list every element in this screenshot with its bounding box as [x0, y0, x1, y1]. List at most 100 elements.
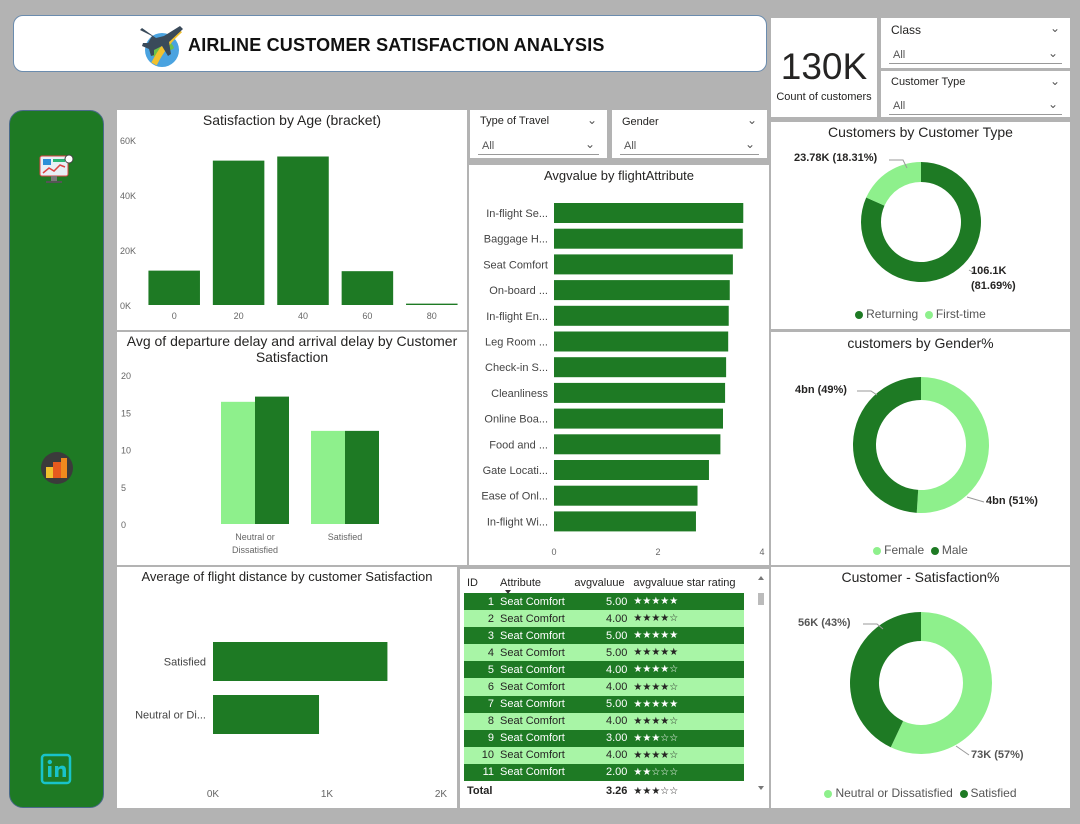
cell-id: 3: [464, 627, 498, 645]
cell-avgvalue: 5.00: [571, 644, 631, 662]
delay-bar-chart: 20 15 10 5 0 Neutral or Dissatisfied Satisfied: [121, 371, 379, 555]
legend-label: Satisfied: [970, 786, 1017, 800]
y-tick-label: 5: [121, 483, 126, 493]
cell-star-rating: ★★★★★: [630, 695, 744, 713]
bar: [554, 357, 727, 378]
y-tick-label: On-board ...: [489, 285, 548, 297]
report-header: AIRLINE CUSTOMER SATISFACTION ANALYSIS: [13, 15, 767, 72]
chevron-down-icon[interactable]: ⌄: [585, 137, 595, 151]
data-label: 23.78K (18.31%): [794, 152, 878, 164]
age-bar-chart: 60K 40K 20K 0K 0 20 40 60 80: [120, 136, 458, 321]
slicer-dropdown[interactable]: All ⌄: [620, 135, 759, 155]
bar: [554, 228, 743, 249]
cell-attribute: Seat Comfort: [497, 627, 572, 645]
table-row[interactable]: 10 Seat Comfort 4.00 ★★★★☆: [464, 746, 744, 764]
leader-line: [857, 390, 878, 396]
y-tick-label: Satisfied: [164, 657, 206, 669]
y-tick-label: Neutral or Di...: [135, 710, 206, 722]
type-of-travel-slicer[interactable]: Type of Travel ⌄ All ⌄: [470, 110, 607, 158]
bar: [554, 280, 730, 301]
table-row[interactable]: 2 Seat Comfort 4.00 ★★★★☆: [464, 610, 744, 628]
cell-id: 1: [464, 593, 498, 611]
legend-label: First-time: [935, 307, 986, 321]
table-row[interactable]: 11 Seat Comfort 2.00 ★★☆☆☆: [464, 763, 744, 782]
chevron-down-icon[interactable]: ⌄: [1050, 74, 1060, 88]
class-slicer[interactable]: Class ⌄ All ⌄: [881, 18, 1070, 68]
x-tick-label: 2: [655, 547, 660, 557]
y-tick-label: 10: [121, 446, 131, 456]
slicer-dropdown[interactable]: All ⌄: [889, 95, 1062, 115]
slicer-title: Gender: [622, 116, 659, 128]
cell-avgvalue: 4.00: [571, 746, 631, 764]
bar: [212, 160, 265, 305]
table-row[interactable]: 5 Seat Comfort 4.00 ★★★★☆: [464, 661, 744, 679]
data-label: 56K (43%): [798, 617, 851, 629]
distance-bar-chart: Satisfied Neutral or Di... 0K 1K 2K: [135, 642, 448, 800]
bar: [554, 434, 721, 455]
y-tick-label: Food and ...: [489, 439, 548, 451]
table-row[interactable]: 6 Seat Comfort 4.00 ★★★★☆: [464, 678, 744, 696]
bar: [341, 271, 394, 305]
customer-type-donut-panel: Customers by Customer Type 23.78K (18.31…: [771, 122, 1070, 329]
data-label: 73K (57%): [971, 749, 1024, 761]
chevron-down-icon[interactable]: ⌄: [747, 113, 757, 127]
table-scrollbar[interactable]: [757, 575, 765, 793]
chevron-down-icon[interactable]: ⌄: [587, 113, 597, 127]
kpi-card: 130K Count of customers: [771, 18, 877, 117]
customer-type-slicer[interactable]: Customer Type ⌄ All ⌄: [881, 71, 1070, 117]
slicer-dropdown[interactable]: All ⌄: [889, 44, 1062, 64]
bar: [554, 254, 733, 275]
cell-star-rating: ★★★★★: [630, 593, 744, 611]
linkedin-icon[interactable]: [40, 753, 72, 785]
chevron-down-icon[interactable]: ⌄: [1050, 21, 1060, 35]
donut-slice: [866, 162, 921, 206]
chevron-down-icon[interactable]: ⌄: [1048, 97, 1058, 111]
airplane-globe-icon: [140, 26, 183, 67]
analytics-icon[interactable]: [40, 451, 74, 485]
cell-attribute: Seat Comfort: [497, 729, 572, 747]
x-tick-label: 4: [759, 547, 764, 557]
table-row[interactable]: 4 Seat Comfort 5.00 ★★★★★: [464, 644, 744, 662]
bar: [554, 460, 709, 480]
data-label: 106.1K: [971, 265, 1007, 277]
table-row[interactable]: 9 Seat Comfort 3.00 ★★★☆☆: [464, 729, 744, 747]
cell-avgvalue: 4.00: [571, 661, 631, 679]
bar: [255, 396, 289, 524]
cell-id: 10: [464, 746, 498, 764]
bar: [213, 642, 388, 681]
legend-swatch: [924, 310, 933, 319]
column-header-star-rating[interactable]: avgvaluue star rating: [630, 573, 744, 593]
dashboard-icon[interactable]: [37, 153, 75, 187]
attribute-table[interactable]: ID Attribute avgvaluue avgvaluue star ra…: [464, 573, 744, 802]
cell-id: 7: [464, 695, 498, 713]
chevron-down-icon[interactable]: ⌄: [745, 137, 755, 151]
y-tick-label: In-flight En...: [486, 311, 548, 323]
slicer-dropdown[interactable]: All ⌄: [478, 135, 599, 155]
cell-star-rating: ★★★★☆: [630, 712, 744, 730]
slicer-title: Customer Type: [891, 76, 966, 88]
donut-slice: [916, 377, 989, 513]
slicer-value: All: [624, 140, 637, 152]
x-tick-label: 2K: [435, 789, 448, 800]
column-header-avgvalue[interactable]: avgvaluue: [571, 573, 630, 593]
y-tick-label: 0: [121, 520, 126, 530]
sort-arrow-icon[interactable]: [466, 589, 526, 595]
table-row[interactable]: 7 Seat Comfort 5.00 ★★★★★: [464, 695, 744, 713]
gender-slicer[interactable]: Gender ⌄ All ⌄: [612, 110, 767, 158]
chevron-down-icon[interactable]: ⌄: [1048, 46, 1058, 60]
table-row[interactable]: 8 Seat Comfort 4.00 ★★★★☆: [464, 712, 744, 730]
legend-swatch: [873, 546, 882, 555]
cell-id: 9: [464, 729, 498, 747]
cell-avgvalue: 4.00: [571, 678, 631, 696]
table-row[interactable]: 3 Seat Comfort 5.00 ★★★★★: [464, 627, 744, 645]
x-tick-label: Neutral or: [235, 532, 275, 542]
report-title: AIRLINE CUSTOMER SATISFACTION ANALYSIS: [188, 35, 605, 55]
x-tick-label: 20: [234, 311, 244, 321]
table-row[interactable]: 1 Seat Comfort 5.00 ★★★★★: [464, 593, 744, 611]
cell-star-rating: ★★★★☆: [630, 661, 744, 679]
cell-id: 2: [464, 610, 498, 628]
cell-id: 11: [464, 763, 498, 782]
y-tick-label: 15: [121, 408, 131, 418]
x-tick-label: 0K: [207, 789, 220, 800]
y-tick-label: 60K: [120, 136, 136, 146]
